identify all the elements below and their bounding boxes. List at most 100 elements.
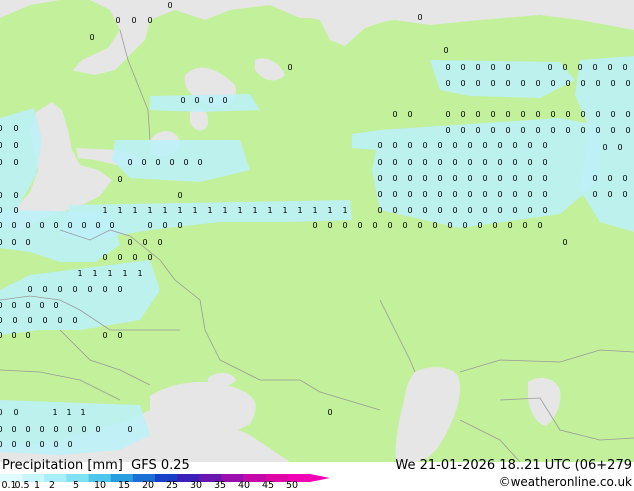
precip-marker: 0 [492, 221, 497, 230]
precip-marker: 0 [535, 79, 540, 88]
model-name: GFS 0.25 [131, 458, 190, 473]
precip-marker: 0 [11, 425, 16, 434]
precip-marker: 0 [437, 190, 442, 199]
precip-marker: 0 [460, 110, 465, 119]
precip-marker: 0 [452, 141, 457, 150]
precip-marker: 1 [267, 206, 272, 215]
precip-marker: 1 [92, 269, 97, 278]
precip-marker: 0 [497, 174, 502, 183]
precip-marker: 0 [527, 190, 532, 199]
precip-marker: 0 [0, 158, 3, 167]
precip-marker: 0 [520, 126, 525, 135]
precip-marker: 0 [11, 221, 16, 230]
precip-marker: 0 [475, 63, 480, 72]
precip-marker: 0 [490, 110, 495, 119]
precip-marker: 1 [327, 206, 332, 215]
precip-marker: 0 [141, 158, 146, 167]
precip-marker: 1 [52, 408, 57, 417]
precip-marker: 0 [610, 79, 615, 88]
precip-marker: 0 [392, 158, 397, 167]
precip-marker: 0 [592, 174, 597, 183]
precip-marker: 0 [95, 425, 100, 434]
precip-marker: 0 [392, 174, 397, 183]
precip-marker: 0 [407, 206, 412, 215]
precip-marker: 0 [512, 190, 517, 199]
precip-marker: 0 [0, 141, 3, 150]
precip-marker: 0 [117, 285, 122, 294]
precip-marker: 0 [42, 285, 47, 294]
precip-marker: 0 [72, 285, 77, 294]
precip-marker: 0 [460, 79, 465, 88]
precip-marker: 0 [490, 126, 495, 135]
precip-marker: 0 [169, 158, 174, 167]
precip-marker: 0 [467, 190, 472, 199]
precip-marker: 0 [422, 206, 427, 215]
precip-marker: 0 [13, 408, 18, 417]
precip-marker: 0 [0, 206, 3, 215]
precip-marker: 0 [505, 79, 510, 88]
precip-marker: 0 [580, 110, 585, 119]
precip-marker: 0 [475, 110, 480, 119]
precip-marker: 0 [527, 174, 532, 183]
credit-link[interactable]: ©weatheronline.co.uk [499, 475, 632, 489]
precip-marker: 1 [207, 206, 212, 215]
precip-marker: 0 [542, 206, 547, 215]
precip-marker: 0 [505, 63, 510, 72]
precip-marker: 0 [437, 158, 442, 167]
precip-marker: 0 [402, 221, 407, 230]
precip-marker: 0 [57, 285, 62, 294]
precip-marker: 0 [109, 221, 114, 230]
precip-marker: 1 [342, 206, 347, 215]
precip-marker: 1 [80, 408, 85, 417]
precip-area-4 [150, 94, 260, 112]
precip-marker: 0 [377, 206, 382, 215]
precip-marker: 1 [177, 206, 182, 215]
precip-marker: 0 [607, 63, 612, 72]
precip-marker: 0 [0, 191, 3, 200]
precip-marker: 0 [27, 285, 32, 294]
precip-marker: 0 [11, 238, 16, 247]
precip-marker: 0 [482, 190, 487, 199]
precip-marker: 1 [122, 269, 127, 278]
precip-marker: 0 [57, 316, 62, 325]
precip-marker: 1 [137, 269, 142, 278]
precip-marker: 0 [72, 316, 77, 325]
precip-marker: 0 [392, 110, 397, 119]
precip-marker: 0 [467, 174, 472, 183]
precip-marker: 0 [512, 206, 517, 215]
precip-marker: 0 [550, 110, 555, 119]
precip-marker: 0 [497, 206, 502, 215]
precip-marker: 1 [132, 206, 137, 215]
precip-marker: 0 [25, 221, 30, 230]
precip-marker: 0 [25, 331, 30, 340]
precip-marker: 0 [147, 253, 152, 262]
precip-marker: 0 [595, 126, 600, 135]
precip-marker: 0 [102, 285, 107, 294]
precip-marker: 1 [252, 206, 257, 215]
precip-marker: 1 [66, 408, 71, 417]
precip-title: Precipitation [mm] [2, 458, 123, 473]
precip-marker: 0 [392, 141, 397, 150]
precip-marker: 0 [407, 110, 412, 119]
precip-marker: 1 [117, 206, 122, 215]
precip-marker: 0 [467, 206, 472, 215]
precip-marker: 0 [592, 63, 597, 72]
precip-marker: 0 [475, 79, 480, 88]
precip-marker: 0 [497, 141, 502, 150]
precip-marker: 0 [520, 79, 525, 88]
precip-marker: 0 [131, 16, 136, 25]
precip-marker: 0 [577, 63, 582, 72]
precip-marker: 0 [155, 158, 160, 167]
precip-marker: 0 [0, 238, 3, 247]
precip-marker: 0 [625, 126, 630, 135]
precip-marker: 0 [81, 425, 86, 434]
precip-marker: 0 [147, 16, 152, 25]
precip-marker: 0 [490, 63, 495, 72]
precip-marker: 0 [522, 221, 527, 230]
precip-marker: 0 [27, 316, 32, 325]
precip-marker: 0 [377, 141, 382, 150]
precip-marker: 0 [520, 110, 525, 119]
precip-marker: 0 [117, 253, 122, 262]
precip-marker: 0 [0, 221, 3, 230]
valid-time: We 21-01-2026 18..21 UTC (06+279 [395, 458, 632, 473]
